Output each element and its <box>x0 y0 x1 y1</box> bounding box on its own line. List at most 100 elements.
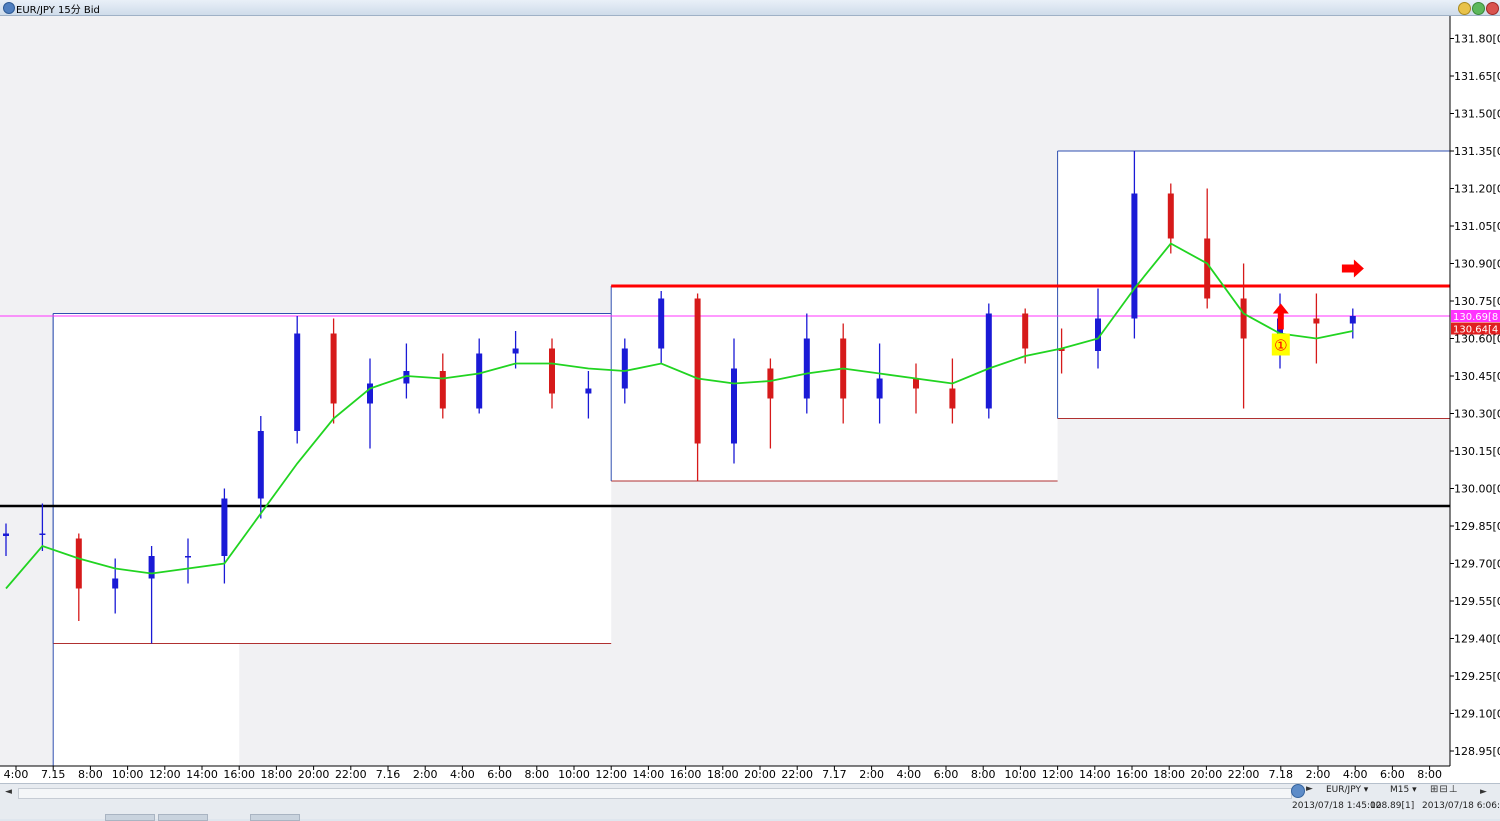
cursor-time: 2013/07/18 1:45:00 <box>1292 801 1382 811</box>
candle-body <box>1240 298 1247 339</box>
x-tick-label: 18:00 <box>1153 768 1185 781</box>
x-tick-label: 4:00 <box>4 768 29 781</box>
x-tick-label: 7.16 <box>376 768 401 781</box>
status-bar: ◄ ► ► EUR/JPY ▾ M15 ▾ ⊞⊟⊥ 2013/07/18 1:4… <box>0 783 1500 821</box>
y-tick-label: 129.10[0 <box>1454 708 1500 721</box>
candle-body <box>221 498 228 556</box>
x-tick-label: 12:00 <box>1042 768 1074 781</box>
candle-body <box>39 533 46 535</box>
x-tick-label: 10:00 <box>112 768 144 781</box>
y-tick-label: 130.75[0 <box>1454 295 1500 308</box>
candle-body <box>512 348 519 354</box>
sync-icon[interactable] <box>1291 784 1305 798</box>
y-tick-label: 130.15[0 <box>1454 445 1500 458</box>
x-tick-label: 12:00 <box>149 768 181 781</box>
x-tick-label: 16:00 <box>223 768 255 781</box>
y-tick-label: 131.20[0 <box>1454 183 1500 196</box>
x-tick-label: 14:00 <box>1079 768 1111 781</box>
x-tick-label: 2:00 <box>413 768 438 781</box>
x-tick-label: 4:00 <box>896 768 921 781</box>
x-tick-label: 22:00 <box>1228 768 1260 781</box>
x-tick-label: 8:00 <box>524 768 549 781</box>
x-tick-label: 10:00 <box>1005 768 1037 781</box>
x-tick-label: 2:00 <box>1306 768 1331 781</box>
scroll-left-button[interactable]: ◄ <box>5 787 12 797</box>
y-tick-label: 131.80[0 <box>1454 33 1500 46</box>
candle-body <box>476 353 483 409</box>
candle-body <box>985 313 992 409</box>
x-tick-label: 7.17 <box>822 768 847 781</box>
x-tick-label: 8:00 <box>78 768 103 781</box>
candle-body <box>1167 193 1174 239</box>
x-tick-label: 16:00 <box>670 768 702 781</box>
y-tick-label: 128.95[0 <box>1454 745 1500 758</box>
x-tick-label: 22:00 <box>335 768 367 781</box>
candle-body <box>185 556 191 558</box>
x-tick-label: 4:00 <box>450 768 475 781</box>
candle-body <box>913 378 919 389</box>
chart-window-icon <box>3 2 15 14</box>
candle-body <box>658 298 665 349</box>
x-tick-label: 6:00 <box>934 768 959 781</box>
window-title: EUR/JPY 15分 Bid <box>16 5 100 16</box>
x-tick-label: 20:00 <box>1191 768 1223 781</box>
y-tick-label: 131.05[0 <box>1454 220 1500 233</box>
x-tick-label: 10:00 <box>558 768 590 781</box>
server-clock: 2013/07/18 6:06:51 <box>1422 801 1500 811</box>
x-tick-label: 6:00 <box>1380 768 1405 781</box>
x-tick-label: 7.18 <box>1269 768 1294 781</box>
x-tick-label: 20:00 <box>298 768 330 781</box>
y-tick-label: 130.00[0 <box>1454 483 1500 496</box>
minimize-button[interactable] <box>1458 2 1471 15</box>
price-tag-label: 130.69[8 <box>1453 312 1498 323</box>
horizontal-scrollbar[interactable] <box>18 788 1292 799</box>
x-tick-label: 18:00 <box>707 768 739 781</box>
scroll-right-button[interactable]: ► <box>1480 787 1487 797</box>
candle-body <box>148 556 155 579</box>
play-icon[interactable]: ► <box>1306 784 1313 794</box>
candle-body <box>257 431 264 499</box>
x-tick-label: 8:00 <box>971 768 996 781</box>
candle-body <box>294 333 301 431</box>
x-tick-label: 6:00 <box>487 768 512 781</box>
x-tick-label: 4:00 <box>1343 768 1368 781</box>
timeframe-select[interactable]: M15 ▾ <box>1390 785 1417 795</box>
symbol-select[interactable]: EUR/JPY ▾ <box>1326 785 1368 795</box>
price-chart[interactable]: ① 131.80[0 131.65[0 131.50[0 131.35[0 131.20[… <box>0 16 1500 783</box>
y-tick-label: 130.45[0 <box>1454 370 1500 383</box>
candle-body <box>585 388 592 394</box>
candle-body <box>694 298 701 444</box>
x-tick-label: 16:00 <box>1116 768 1148 781</box>
x-tick-label: 14:00 <box>186 768 218 781</box>
y-tick-label: 129.25[0 <box>1454 670 1500 683</box>
y-tick-label: 131.65[0 <box>1454 70 1500 83</box>
y-tick-label: 129.55[0 <box>1454 595 1500 608</box>
candle-body <box>767 368 774 399</box>
marker-label: ① <box>1274 337 1287 355</box>
candle-body <box>731 368 737 444</box>
y-tick-label: 129.85[0 <box>1454 520 1500 533</box>
candle-body <box>1313 318 1320 324</box>
maximize-button[interactable] <box>1472 2 1485 15</box>
candle-body <box>112 578 119 589</box>
x-tick-label: 12:00 <box>595 768 627 781</box>
x-tick-label: 14:00 <box>633 768 665 781</box>
candle-body <box>949 388 956 409</box>
y-tick-label: 130.90[0 <box>1454 258 1500 271</box>
candle-body <box>876 378 883 399</box>
y-tick-label: 129.40[0 <box>1454 633 1500 646</box>
y-tick-label: 130.30[0 <box>1454 408 1500 421</box>
x-tick-label: 8:00 <box>1417 768 1442 781</box>
close-button[interactable] <box>1486 2 1499 15</box>
price-axis-background <box>1450 16 1500 783</box>
y-tick-label: 131.50[0 <box>1454 108 1500 121</box>
x-tick-label: 18:00 <box>261 768 293 781</box>
y-tick-label: 131.35[0 <box>1454 145 1500 158</box>
title-bar: EUR/JPY 15分 Bid <box>0 0 1500 16</box>
x-tick-label: 2:00 <box>859 768 884 781</box>
x-tick-label: 7.15 <box>41 768 66 781</box>
chart-tools-icons[interactable]: ⊞⊟⊥ <box>1430 784 1458 795</box>
x-tick-label: 20:00 <box>744 768 776 781</box>
candle-body <box>1204 238 1211 299</box>
candle-body <box>1022 313 1029 349</box>
